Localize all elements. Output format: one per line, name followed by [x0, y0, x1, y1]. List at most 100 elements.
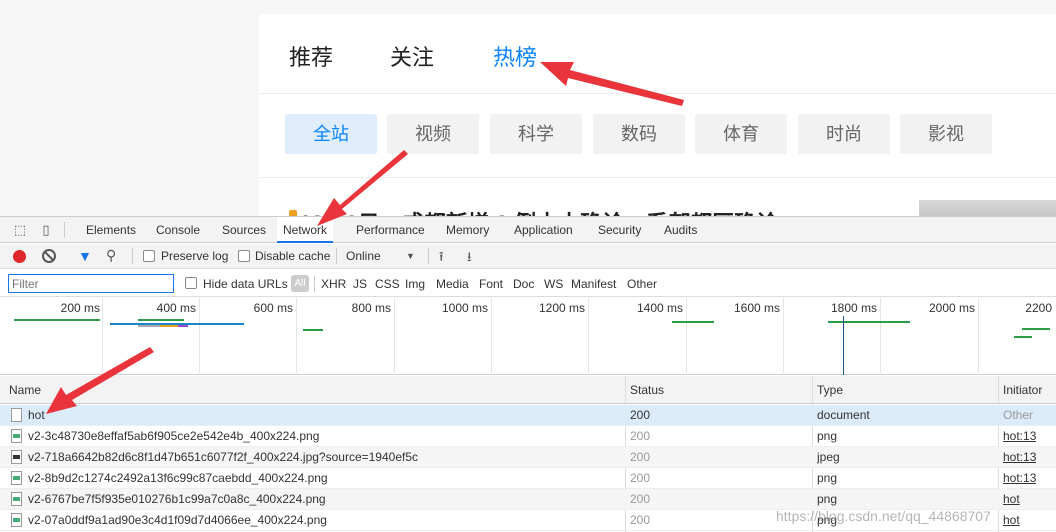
filter-xhr[interactable]: XHR: [321, 277, 346, 291]
tab-console[interactable]: Console: [150, 217, 206, 243]
tab-application[interactable]: Application: [508, 217, 579, 243]
table-row[interactable]: v2-6767be7f5f935e010276b1c99a7c0a8c_400x…: [0, 489, 1056, 510]
timeline-request-bar: [138, 319, 184, 321]
request-name: hot: [28, 408, 45, 422]
timeline-gridline: [102, 298, 103, 375]
timeline-gridline: [491, 298, 492, 375]
toolbar-separator: [314, 276, 315, 292]
disable-cache-label: Disable cache: [255, 249, 331, 263]
timeline-tick-label: 1600 ms: [733, 301, 780, 315]
filter-icon[interactable]: ▼: [78, 248, 92, 264]
image-file-icon: [11, 471, 22, 485]
tab-sources[interactable]: Sources: [216, 217, 272, 243]
filter-input[interactable]: [8, 274, 174, 293]
tab-audits[interactable]: Audits: [658, 217, 703, 243]
request-type: jpeg: [817, 450, 840, 464]
filter-font[interactable]: Font: [479, 277, 503, 291]
inspect-element-icon[interactable]: ⬚: [12, 222, 28, 238]
request-initiator-link[interactable]: hot: [1003, 513, 1020, 527]
request-initiator-link[interactable]: hot: [1003, 492, 1020, 506]
screenshot-root: 推荐 关注 热榜 全站 视频 科学 数码 体育 时尚 影视 12月8日，成都新增…: [0, 0, 1056, 532]
network-toolbar: ▼ ⚲ Preserve log Disable cache Online ▼ …: [0, 244, 1056, 269]
timeline-gridline: [394, 298, 395, 375]
filter-css[interactable]: CSS: [375, 277, 400, 291]
filter-other[interactable]: Other: [627, 277, 657, 291]
timeline-gridline: [880, 298, 881, 375]
request-initiator-link[interactable]: hot:13: [1003, 429, 1036, 443]
timeline-request-bar: [14, 319, 100, 321]
tab-follow[interactable]: 关注: [390, 40, 434, 72]
device-toolbar-icon[interactable]: ▯: [38, 222, 54, 238]
category-video[interactable]: 视频: [387, 114, 479, 154]
timeline-request-bar: [1022, 328, 1050, 330]
category-science[interactable]: 科学: [490, 114, 582, 154]
image-file-icon: [11, 513, 22, 527]
preserve-log-checkbox[interactable]: [143, 250, 155, 262]
column-header-initiator[interactable]: Initiator: [1003, 383, 1042, 397]
tab-memory[interactable]: Memory: [440, 217, 495, 243]
timeline-request-bar: [160, 325, 178, 327]
timeline-tick-label: 1000 ms: [441, 301, 488, 315]
column-header-status[interactable]: Status: [630, 383, 664, 397]
hide-data-urls-checkbox[interactable]: [185, 277, 197, 289]
chevron-down-icon[interactable]: ▼: [406, 251, 415, 261]
hide-data-urls-label: Hide data URLs: [203, 277, 288, 291]
column-header-type[interactable]: Type: [817, 383, 843, 397]
filter-ws[interactable]: WS: [544, 277, 563, 291]
tab-elements[interactable]: Elements: [80, 217, 142, 243]
record-icon[interactable]: [13, 250, 26, 263]
export-har-icon[interactable]: ⭳: [467, 248, 472, 270]
timeline-request-bar: [178, 325, 188, 327]
devtools-tab-bar: ⬚ ▯ Elements Console Sources Network Per…: [0, 217, 1056, 243]
timeline-request-bar: [303, 329, 323, 331]
top-tab-bar: 推荐 关注 热榜: [259, 14, 1056, 94]
column-header-name[interactable]: Name: [9, 383, 41, 397]
zhihu-page-card: 推荐 关注 热榜 全站 视频 科学 数码 体育 时尚 影视 12月8日，成都新增…: [259, 14, 1056, 224]
table-row[interactable]: v2-3c48730e8effaf5ab6f905ce2e542e4b_400x…: [0, 426, 1056, 447]
request-initiator-link[interactable]: hot:13: [1003, 471, 1036, 485]
timeline-tick-label: 1800 ms: [830, 301, 877, 315]
divider: [259, 177, 1056, 178]
filter-all-button[interactable]: All: [291, 275, 309, 292]
filter-img[interactable]: Img: [405, 277, 425, 291]
table-row[interactable]: hot 200 document Other: [0, 405, 1056, 426]
request-type: png: [817, 492, 838, 506]
category-film[interactable]: 影视: [900, 114, 992, 154]
watermark: https://blog.csdn.net/qq_44868707: [776, 508, 991, 524]
filter-js[interactable]: JS: [353, 277, 367, 291]
request-name: v2-07a0ddf9a1ad90e3c4d1f09d7d4066ee_400x…: [28, 513, 327, 527]
tab-network[interactable]: Network: [277, 217, 334, 243]
toolbar-separator: [428, 248, 429, 264]
category-digital[interactable]: 数码: [593, 114, 685, 154]
image-file-icon: [11, 429, 22, 443]
request-name: v2-3c48730e8effaf5ab6f905ce2e542e4b_400x…: [28, 429, 320, 443]
timeline-gridline: [588, 298, 589, 375]
network-overview-timeline[interactable]: 200 ms 400 ms 600 ms 800 ms 1000 ms 1200…: [0, 298, 1056, 375]
search-icon[interactable]: ⚲: [106, 247, 116, 264]
request-initiator-link[interactable]: hot:13: [1003, 450, 1036, 464]
category-fashion[interactable]: 时尚: [798, 114, 890, 154]
table-row[interactable]: v2-718a6642b82d6c8f1d47b651c6077f2f_400x…: [0, 447, 1056, 468]
network-filter-bar: Hide data URLs All XHR JS CSS Img Media …: [0, 270, 1056, 297]
tab-performance[interactable]: Performance: [350, 217, 431, 243]
category-sports[interactable]: 体育: [695, 114, 787, 154]
tab-recommend[interactable]: 推荐: [289, 40, 333, 72]
category-all[interactable]: 全站: [285, 114, 377, 154]
tab-hot-list[interactable]: 热榜: [493, 40, 537, 72]
request-status: 200: [630, 513, 651, 527]
filter-doc[interactable]: Doc: [513, 277, 534, 291]
import-har-icon[interactable]: ⭱: [439, 248, 444, 270]
table-row[interactable]: v2-8b9d2c1274c2492a13f6c99c87caebdd_400x…: [0, 468, 1056, 489]
disable-cache-checkbox[interactable]: [238, 250, 250, 262]
request-status: 200: [630, 408, 651, 422]
request-type: document: [817, 408, 870, 422]
filter-manifest[interactable]: Manifest: [571, 277, 616, 291]
timeline-tick-label: 600 ms: [253, 301, 293, 315]
clear-icon[interactable]: [42, 249, 56, 263]
throttle-select[interactable]: Online: [346, 249, 381, 263]
filter-media[interactable]: Media: [436, 277, 469, 291]
timeline-tick-label: 1200 ms: [538, 301, 585, 315]
request-status: 200: [630, 492, 651, 506]
image-file-icon: [11, 450, 22, 464]
tab-security[interactable]: Security: [592, 217, 647, 243]
